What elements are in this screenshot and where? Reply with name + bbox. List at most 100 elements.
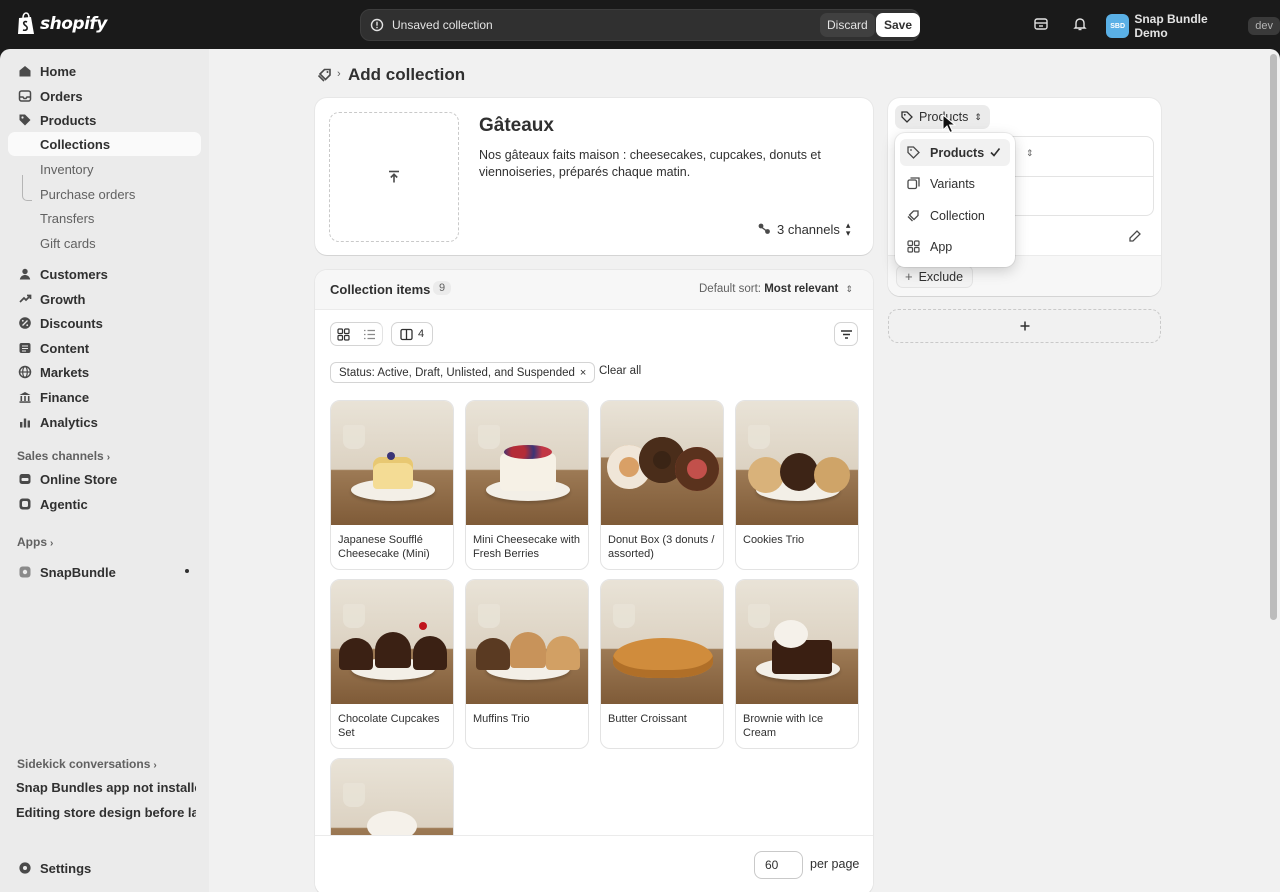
collection-icon[interactable] (317, 67, 333, 83)
channels-selector[interactable]: 3 channels ▴ ▾ (757, 220, 851, 238)
channels-icon (758, 223, 770, 234)
collection-icon (907, 210, 919, 222)
store-switcher[interactable]: SBD Snap Bundle Demo dev (1106, 12, 1280, 40)
sidekick-conversation[interactable]: Editing store design before lau... (16, 805, 196, 820)
sidebar-item-online-store[interactable]: Online Store (0, 467, 209, 491)
per-page-label: per page (810, 857, 860, 871)
select-arrows-icon: ⇕ (1026, 148, 1034, 158)
menu-item-collection[interactable]: Collection (900, 202, 1010, 229)
close-icon[interactable]: × (580, 367, 586, 379)
sidebar-item-inventory[interactable]: Inventory (0, 157, 209, 181)
add-condition-button[interactable] (888, 309, 1161, 343)
product-tile[interactable]: Chocolate Cupcakes Set (330, 579, 454, 749)
plus-icon (1020, 321, 1029, 331)
sidebar-item-label: Home (40, 64, 77, 79)
page-scrollbar[interactable] (1270, 54, 1277, 620)
product-tile[interactable]: Brownie with Ice Cream (735, 579, 859, 749)
sidebar-item-collections[interactable]: Collections (8, 132, 201, 156)
sidebar-item-label: Online Store (40, 472, 118, 487)
per-page-input[interactable] (754, 851, 803, 879)
sidebar-item-finance[interactable]: Finance (0, 385, 209, 409)
product-tile[interactable]: Mini Cheesecake with Fresh Berries (465, 400, 589, 570)
product-tile[interactable]: Butter Croissant (600, 579, 724, 749)
discard-button[interactable]: Discard (820, 13, 875, 37)
app-icon (19, 566, 31, 578)
columns-button[interactable]: 4 (391, 322, 433, 346)
sidebar-item-label: Finance (40, 390, 90, 405)
sidebar-item-home[interactable]: Home (0, 59, 209, 83)
sidekick-heading[interactable]: Sidekick conversations › (17, 757, 157, 771)
sidebar-item-snapbundle[interactable]: SnapBundle (0, 560, 209, 584)
menu-item-label: Variants (930, 177, 975, 191)
store-avatar: SBD (1106, 14, 1130, 38)
pagination-bar: per page (315, 835, 873, 892)
sort-selector[interactable]: Default sort: Most relevant ⇕ (699, 283, 853, 295)
collection-items-header: Collection items 9 Default sort: Most re… (315, 270, 873, 310)
select-arrows-icon: ▴ ▾ (845, 220, 851, 238)
chevron-right-icon: › (106, 452, 111, 463)
store-icon[interactable] (1033, 16, 1049, 32)
sidebar-item-discounts[interactable]: Discounts (0, 311, 209, 335)
product-name: Chocolate Cupcakes Set (338, 713, 440, 739)
sidebar-item-agentic[interactable]: Agentic (0, 492, 209, 516)
shopify-logo[interactable]: shopify (16, 12, 107, 36)
sales-channels-heading[interactable]: Sales channels › (17, 449, 110, 463)
product-image (331, 401, 453, 525)
collection-info-card: Gâteaux Nos gâteaux faits maison : chees… (315, 98, 873, 255)
sort-value: Most relevant (764, 283, 839, 295)
sidebar-item-orders[interactable]: Orders (0, 84, 209, 108)
chevron-right-icon: › (153, 760, 157, 771)
image-upload-dropzone[interactable] (329, 112, 459, 242)
sidebar-item-gift-cards[interactable]: Gift cards (0, 231, 209, 255)
product-tile[interactable]: Donut Box (3 donuts / assorted) (600, 400, 724, 570)
sidebar-item-analytics[interactable]: Analytics (0, 410, 209, 434)
columns-count: 4 (417, 328, 425, 340)
apps-icon (907, 240, 920, 253)
filter-sort-button[interactable] (834, 322, 858, 346)
product-tile[interactable]: Muffins Trio (465, 579, 589, 749)
product-tile[interactable]: Japanese Soufflé Cheesecake (Mini) (330, 400, 454, 570)
menu-item-variants[interactable]: Variants (900, 170, 1010, 197)
product-name: Butter Croissant (608, 713, 687, 725)
clear-all-link[interactable]: Clear all (599, 365, 641, 377)
content-icon (19, 343, 31, 353)
menu-item-products[interactable]: Products (900, 139, 1010, 166)
collection-title[interactable]: Gâteaux (479, 115, 554, 137)
sidebar-item-label: Collections (40, 137, 111, 152)
list-view-icon[interactable] (363, 328, 376, 341)
product-name: Brownie with Ice Cream (743, 713, 824, 739)
person-icon (19, 268, 31, 280)
apps-label: Apps (17, 535, 47, 549)
sidebar-item-settings[interactable]: Settings (0, 856, 209, 880)
bank-icon (19, 392, 31, 403)
grid-view-icon[interactable] (337, 327, 350, 341)
sidebar-item-products[interactable]: Products (0, 108, 209, 132)
filter-chip-label: Status: Active, Draft, Unlisted, and Sus… (339, 366, 575, 379)
bell-icon[interactable] (1072, 16, 1088, 32)
plus-icon: + (905, 269, 913, 284)
shopify-bag-icon (18, 12, 34, 34)
edit-icon[interactable] (1128, 229, 1142, 243)
save-button[interactable]: Save (876, 13, 921, 37)
sidebar-item-transfers[interactable]: Transfers (0, 206, 209, 230)
contextual-save-bar: Unsaved collection Discard Save (360, 9, 921, 41)
sidekick-conversation[interactable]: Snap Bundles app not installed (16, 780, 196, 795)
upload-icon (389, 170, 399, 183)
status-filter-chip[interactable]: Status: Active, Draft, Unlisted, and Sus… (330, 362, 596, 383)
top-bar: shopify Unsaved collection Discard Save … (0, 0, 1280, 49)
sidebar-item-customers[interactable]: Customers (0, 262, 209, 286)
apps-heading[interactable]: Apps › (17, 535, 53, 549)
store-icon (19, 474, 31, 484)
filter-icon (840, 329, 852, 339)
sidebar-item-purchase-orders[interactable]: Purchase orders (0, 182, 209, 206)
sidebar-item-markets[interactable]: Markets (0, 360, 209, 384)
more-dot-icon[interactable] (185, 569, 189, 573)
product-tile[interactable]: Cookies Trio (735, 400, 859, 570)
sidebar-item-content[interactable]: Content (0, 336, 209, 360)
collection-description[interactable]: Nos gâteaux faits maison : cheesecakes, … (479, 147, 839, 181)
sidebar-item-growth[interactable]: Growth (0, 287, 209, 311)
menu-item-app[interactable]: App (900, 233, 1010, 260)
exclude-button[interactable]: + Exclude (896, 265, 974, 288)
product-name: Cookies Trio (743, 534, 805, 546)
product-image (601, 580, 723, 704)
